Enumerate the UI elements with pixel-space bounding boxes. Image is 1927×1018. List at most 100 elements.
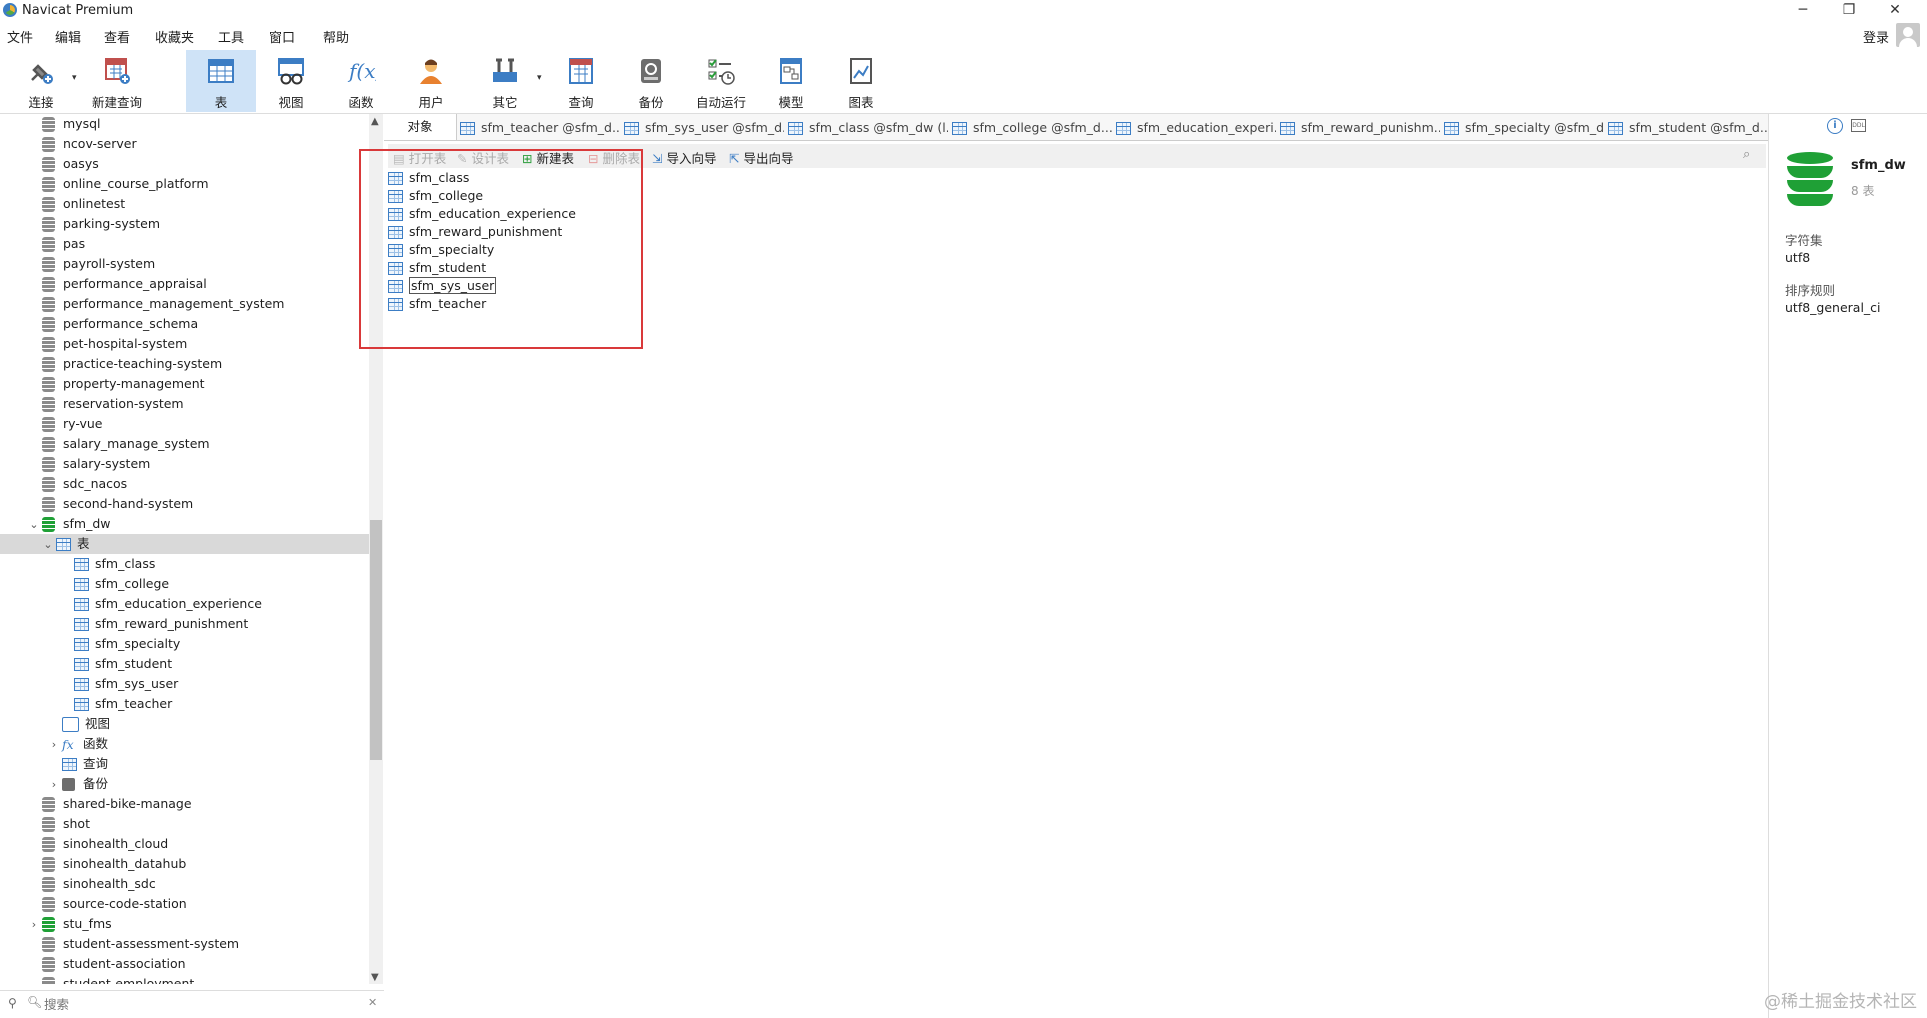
menu-file[interactable]: 文件 [7, 27, 33, 46]
database-icon [42, 837, 55, 852]
toolbar-table-button[interactable]: 表 [186, 50, 256, 112]
tree-scrollbar-thumb[interactable] [370, 520, 382, 760]
tree-db-item[interactable]: practice-teaching-system [28, 354, 222, 374]
clear-search-icon[interactable]: ✕ [368, 996, 377, 1009]
tree-db-item[interactable]: sinohealth_sdc [28, 874, 156, 894]
import-wizard-button[interactable]: ⇲ 导入向导 [652, 148, 716, 167]
scroll-down-icon[interactable]: ▼ [371, 972, 379, 983]
tree-db-item[interactable]: student-employment [28, 974, 194, 984]
tree-table-item[interactable]: sfm_teacher [74, 694, 172, 714]
tree-db-item[interactable]: ncov-server [28, 134, 137, 154]
scroll-up-icon[interactable]: ▲ [371, 116, 379, 127]
others-dropdown-arrow-icon[interactable]: ▾ [537, 73, 542, 83]
chevron-down-icon[interactable]: ⌄ [28, 515, 40, 535]
menu-edit[interactable]: 编辑 [55, 27, 81, 46]
menu-favorites[interactable]: 收藏夹 [155, 27, 194, 46]
tree-search-input[interactable] [42, 994, 366, 1014]
tree-db-item[interactable]: shot [28, 814, 90, 834]
toolbar-model-button[interactable]: 模型 [756, 50, 826, 112]
toolbar-user-button[interactable]: 用户 [396, 50, 466, 112]
tree-db-item[interactable]: shared-bike-manage [28, 794, 192, 814]
filter-icon[interactable]: ⚲ [8, 996, 17, 1010]
tree-functions-node[interactable]: › fx 函数 [48, 734, 108, 754]
menu-view[interactable]: 查看 [104, 27, 130, 46]
tree-db-label: student-association [63, 956, 186, 971]
toolbar-new-query-button[interactable]: 新建查询 [82, 50, 152, 112]
login-link[interactable]: 登录 [1863, 27, 1889, 46]
tree-db-item[interactable]: salary_manage_system [28, 434, 210, 454]
restore-button[interactable]: ❐ [1826, 0, 1872, 22]
menu-window[interactable]: 窗口 [269, 27, 295, 46]
database-icon [42, 497, 55, 512]
tree-db-item[interactable]: › stu_fms [28, 914, 112, 934]
table-icon [624, 122, 639, 135]
export-wizard-button[interactable]: ⇱ 导出向导 [729, 148, 793, 167]
tree-db-item[interactable]: parking-system [28, 214, 160, 234]
tree-db-item[interactable]: source-code-station [28, 894, 187, 914]
tab-item[interactable]: sfm_college @sfm_d... [952, 118, 1112, 138]
tree-db-item[interactable]: second-hand-system [28, 494, 193, 514]
tab-item[interactable]: sfm_reward_punishm... [1280, 118, 1440, 138]
tree-db-item[interactable]: pet-hospital-system [28, 334, 187, 354]
backup-icon [641, 59, 661, 83]
tree-backups-node[interactable]: › 备份 [48, 774, 108, 794]
minimize-button[interactable]: ─ [1780, 0, 1826, 22]
tab-item[interactable]: sfm_education_experi... [1116, 118, 1276, 138]
search-icon[interactable]: ⌕ [1743, 147, 1750, 162]
tab-item[interactable]: sfm_specialty @sfm_d... [1444, 118, 1604, 138]
toolbar-others-button[interactable]: 其它 [470, 50, 540, 112]
tree-db-item[interactable]: student-assessment-system [28, 934, 239, 954]
toolbar-query-button[interactable]: 查询 [546, 50, 616, 112]
tree-table-item[interactable]: sfm_sys_user [74, 674, 178, 694]
tree-db-item[interactable]: reservation-system [28, 394, 184, 414]
tree-db-item[interactable]: performance_appraisal [28, 274, 207, 294]
tree-db-item[interactable]: sdc_nacos [28, 474, 127, 494]
menu-tools[interactable]: 工具 [218, 27, 244, 46]
tree-db-item[interactable]: mysql [28, 114, 101, 134]
tree-db-item[interactable]: property-management [28, 374, 205, 394]
tree-db-item[interactable]: pas [28, 234, 85, 254]
connect-dropdown-arrow-icon[interactable]: ▾ [72, 73, 77, 83]
tree-db-item[interactable]: payroll-system [28, 254, 155, 274]
chevron-right-icon[interactable]: › [48, 735, 60, 755]
tree-db-item[interactable]: student-association [28, 954, 186, 974]
toolbar-function-button[interactable]: f(x) 函数 [326, 50, 396, 112]
tree-db-item[interactable]: online_course_platform [28, 174, 209, 194]
tree-views-node[interactable]: 视图 [48, 714, 110, 734]
close-button[interactable]: ✕ [1872, 0, 1918, 22]
tree-db-item[interactable]: oasys [28, 154, 99, 174]
toolbar-chart-button[interactable]: 图表 [826, 50, 896, 112]
toolbar-view-button[interactable]: 视图 [256, 50, 326, 112]
avatar[interactable] [1896, 23, 1920, 47]
tree-queries-node[interactable]: 查询 [48, 754, 108, 774]
tab-objects[interactable]: 对象 [384, 114, 457, 140]
tree-table-item[interactable]: sfm_student [74, 654, 172, 674]
tree-db-item[interactable]: salary-system [28, 454, 150, 474]
chevron-right-icon[interactable]: › [28, 915, 40, 935]
menu-help[interactable]: 帮助 [323, 27, 349, 46]
tab-item[interactable]: sfm_student @sfm_d... [1608, 118, 1768, 138]
tree-db-item[interactable]: ry-vue [28, 414, 103, 434]
tree-table-item[interactable]: sfm_reward_punishment [74, 614, 248, 634]
tree-db-item[interactable]: performance_schema [28, 314, 198, 334]
tree-db-sfm-dw[interactable]: ⌄ sfm_dw [28, 514, 111, 534]
tree-table-item[interactable]: sfm_education_experience [74, 594, 262, 614]
tree-table-item[interactable]: sfm_specialty [74, 634, 180, 654]
toolbar-schedule-button[interactable]: 自动运行 [686, 50, 756, 112]
tree-db-item[interactable]: performance_management_system [28, 294, 284, 314]
toolbar-backup-button[interactable]: 备份 [616, 50, 686, 112]
chevron-down-icon[interactable]: ⌄ [42, 535, 54, 555]
chevron-right-icon[interactable]: › [48, 775, 60, 795]
tree-table-item[interactable]: sfm_class [74, 554, 155, 574]
tree-db-item[interactable]: sinohealth_cloud [28, 834, 168, 854]
tree-table-item[interactable]: sfm_college [74, 574, 169, 594]
tab-item[interactable]: sfm_class @sfm_dw (l... [788, 118, 948, 138]
ddl-icon[interactable]: DDL [1851, 119, 1866, 132]
tree-db-item[interactable]: onlinetest [28, 194, 125, 214]
toolbar-connect-button[interactable]: 连接 [6, 50, 76, 112]
tree-tables-node[interactable]: ⌄ 表 [0, 534, 369, 554]
info-icon[interactable]: i [1827, 118, 1843, 134]
tab-item[interactable]: sfm_sys_user @sfm_d... [624, 118, 784, 138]
tree-db-item[interactable]: sinohealth_datahub [28, 854, 186, 874]
tab-item[interactable]: sfm_teacher @sfm_d... [460, 118, 620, 138]
